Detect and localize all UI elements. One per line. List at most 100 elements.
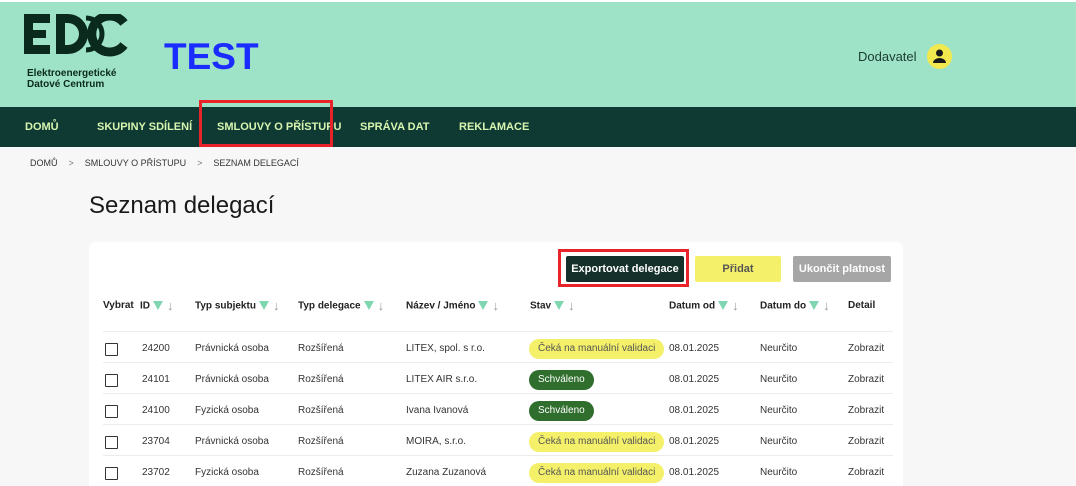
breadcrumb-current: SEZNAM DELEGACÍ bbox=[213, 158, 299, 168]
cell-delegation-type: Rozšířená bbox=[298, 467, 344, 478]
cell-date-to: Neurčito bbox=[760, 374, 798, 385]
chevron-right-icon: > bbox=[68, 158, 74, 168]
column-label: Stav bbox=[530, 300, 552, 312]
nav-highlight-box bbox=[199, 100, 333, 147]
column-label: ID bbox=[140, 300, 150, 312]
sort-arrow-icon[interactable]: ↓ bbox=[492, 295, 499, 317]
user-name[interactable]: Dodavatel bbox=[858, 49, 917, 64]
status-badge: Schváleno bbox=[529, 401, 594, 421]
cell-id: 23704 bbox=[142, 436, 170, 447]
nav-item-data-management[interactable]: SPRÁVA DAT bbox=[360, 107, 429, 147]
filter-icon[interactable] bbox=[258, 300, 269, 310]
cell-delegation-type: Rozšířená bbox=[298, 436, 344, 447]
column-header-name[interactable]: Název / Jméno ↓ bbox=[406, 295, 499, 317]
column-label: Datum od bbox=[669, 300, 716, 312]
header-divider bbox=[103, 331, 893, 332]
filter-icon[interactable] bbox=[478, 300, 489, 310]
column-header-id[interactable]: ID ↓ bbox=[140, 295, 174, 317]
row-divider bbox=[103, 424, 893, 425]
cell-date-to: Neurčito bbox=[760, 436, 798, 447]
row-select-checkbox[interactable] bbox=[105, 343, 118, 356]
main-nav: DOMŮ SKUPINY SDÍLENÍ SMLOUVY O PŘÍSTUPU … bbox=[0, 107, 1076, 147]
cell-name: Zuzana Zuzanová bbox=[406, 467, 487, 478]
column-label: Typ delegace bbox=[298, 300, 361, 312]
cell-subject-type: Právnická osoba bbox=[195, 374, 269, 385]
logo-text-line1: Elektroenergetické bbox=[27, 68, 117, 79]
cell-date-to: Neurčito bbox=[760, 343, 798, 354]
cell-date-from: 08.01.2025 bbox=[669, 405, 720, 416]
row-divider bbox=[103, 455, 893, 456]
breadcrumb-home[interactable]: DOMŮ bbox=[30, 158, 58, 168]
sort-arrow-icon[interactable]: ↓ bbox=[823, 295, 830, 317]
add-button[interactable]: Přidat bbox=[695, 256, 781, 282]
row-divider bbox=[103, 362, 893, 363]
filter-icon[interactable] bbox=[718, 300, 729, 310]
cell-delegation-type: Rozšířená bbox=[298, 405, 344, 416]
sort-arrow-icon[interactable]: ↓ bbox=[568, 295, 575, 317]
cell-id: 24100 bbox=[142, 405, 170, 416]
cell-date-from: 08.01.2025 bbox=[669, 436, 720, 447]
cell-subject-type: Právnická osoba bbox=[195, 436, 269, 447]
cell-name: Ivana Ivanová bbox=[406, 405, 469, 416]
sort-arrow-icon[interactable]: ↓ bbox=[732, 295, 739, 317]
cell-date-from: 08.01.2025 bbox=[669, 467, 720, 478]
detail-link[interactable]: Zobrazit bbox=[848, 369, 884, 391]
row-select-checkbox[interactable] bbox=[105, 467, 118, 480]
detail-link[interactable]: Zobrazit bbox=[848, 431, 884, 453]
cell-subject-type: Fyzická osoba bbox=[195, 467, 259, 478]
filter-icon[interactable] bbox=[809, 300, 820, 310]
user-avatar[interactable] bbox=[927, 44, 952, 69]
column-header-select: Vybrat bbox=[103, 295, 134, 317]
filter-icon[interactable] bbox=[554, 300, 565, 310]
column-header-status[interactable]: Stav ↓ bbox=[530, 295, 575, 317]
cell-name: LITEX AIR s.r.o. bbox=[406, 374, 478, 385]
row-select-checkbox[interactable] bbox=[105, 374, 118, 387]
column-header-date-to[interactable]: Datum do ↓ bbox=[760, 295, 830, 317]
page-title: Seznam delegací bbox=[89, 192, 275, 219]
row-divider bbox=[103, 393, 893, 394]
column-header-date-from[interactable]: Datum od ↓ bbox=[669, 295, 739, 317]
breadcrumb-access-contracts[interactable]: SMLOUVY O PŘÍSTUPU bbox=[85, 158, 186, 168]
edc-logo[interactable]: Elektroenergetické Datové Centrum bbox=[24, 14, 134, 104]
cell-name: LITEX, spol. s r.o. bbox=[406, 343, 485, 354]
column-header-subject-type[interactable]: Typ subjektu ↓ bbox=[195, 295, 279, 317]
cell-date-from: 08.01.2025 bbox=[669, 343, 720, 354]
user-icon bbox=[933, 49, 946, 63]
cell-id: 24101 bbox=[142, 374, 170, 385]
column-header-detail: Detail bbox=[848, 295, 875, 317]
status-badge: Čeká na manuální validaci bbox=[529, 339, 665, 359]
cell-subject-type: Fyzická osoba bbox=[195, 405, 259, 416]
nav-item-home[interactable]: DOMŮ bbox=[25, 107, 59, 147]
breadcrumb: DOMŮ > SMLOUVY O PŘÍSTUPU > SEZNAM DELEGACÍ bbox=[30, 158, 299, 168]
end-validity-button[interactable]: Ukončit platnost bbox=[793, 256, 891, 282]
cell-id: 24200 bbox=[142, 343, 170, 354]
cell-delegation-type: Rozšířená bbox=[298, 374, 344, 385]
row-select-checkbox[interactable] bbox=[105, 405, 118, 418]
cell-name: MOIRA, s.r.o. bbox=[406, 436, 467, 447]
sort-arrow-icon[interactable]: ↓ bbox=[378, 295, 385, 317]
status-badge: Schváleno bbox=[529, 370, 594, 390]
nav-item-complaints[interactable]: REKLAMACE bbox=[459, 107, 529, 147]
detail-link[interactable]: Zobrazit bbox=[848, 338, 884, 360]
detail-link[interactable]: Zobrazit bbox=[848, 400, 884, 422]
filter-icon[interactable] bbox=[363, 300, 374, 310]
nav-item-sharing-groups[interactable]: SKUPINY SDÍLENÍ bbox=[97, 107, 192, 147]
detail-link[interactable]: Zobrazit bbox=[848, 462, 884, 484]
environment-label: TEST bbox=[164, 36, 259, 77]
row-select-checkbox[interactable] bbox=[105, 436, 118, 449]
sort-arrow-icon[interactable]: ↓ bbox=[273, 295, 280, 317]
filter-icon[interactable] bbox=[153, 300, 163, 310]
column-header-delegation-type[interactable]: Typ delegace ↓ bbox=[298, 295, 384, 317]
cell-subject-type: Právnická osoba bbox=[195, 343, 269, 354]
column-label: Datum do bbox=[760, 300, 807, 312]
app-header: Elektroenergetické Datové Centrum TEST D… bbox=[0, 0, 1076, 107]
status-badge: Čeká na manuální validaci bbox=[529, 463, 665, 483]
cell-date-to: Neurčito bbox=[760, 467, 798, 478]
column-label: Detail bbox=[848, 300, 876, 311]
cell-delegation-type: Rozšířená bbox=[298, 343, 344, 354]
chevron-right-icon: > bbox=[197, 158, 203, 168]
column-label: Název / Jméno bbox=[406, 300, 476, 312]
cell-id: 23702 bbox=[142, 467, 170, 478]
sort-arrow-icon[interactable]: ↓ bbox=[167, 295, 174, 317]
column-label: Typ subjektu bbox=[195, 300, 256, 312]
